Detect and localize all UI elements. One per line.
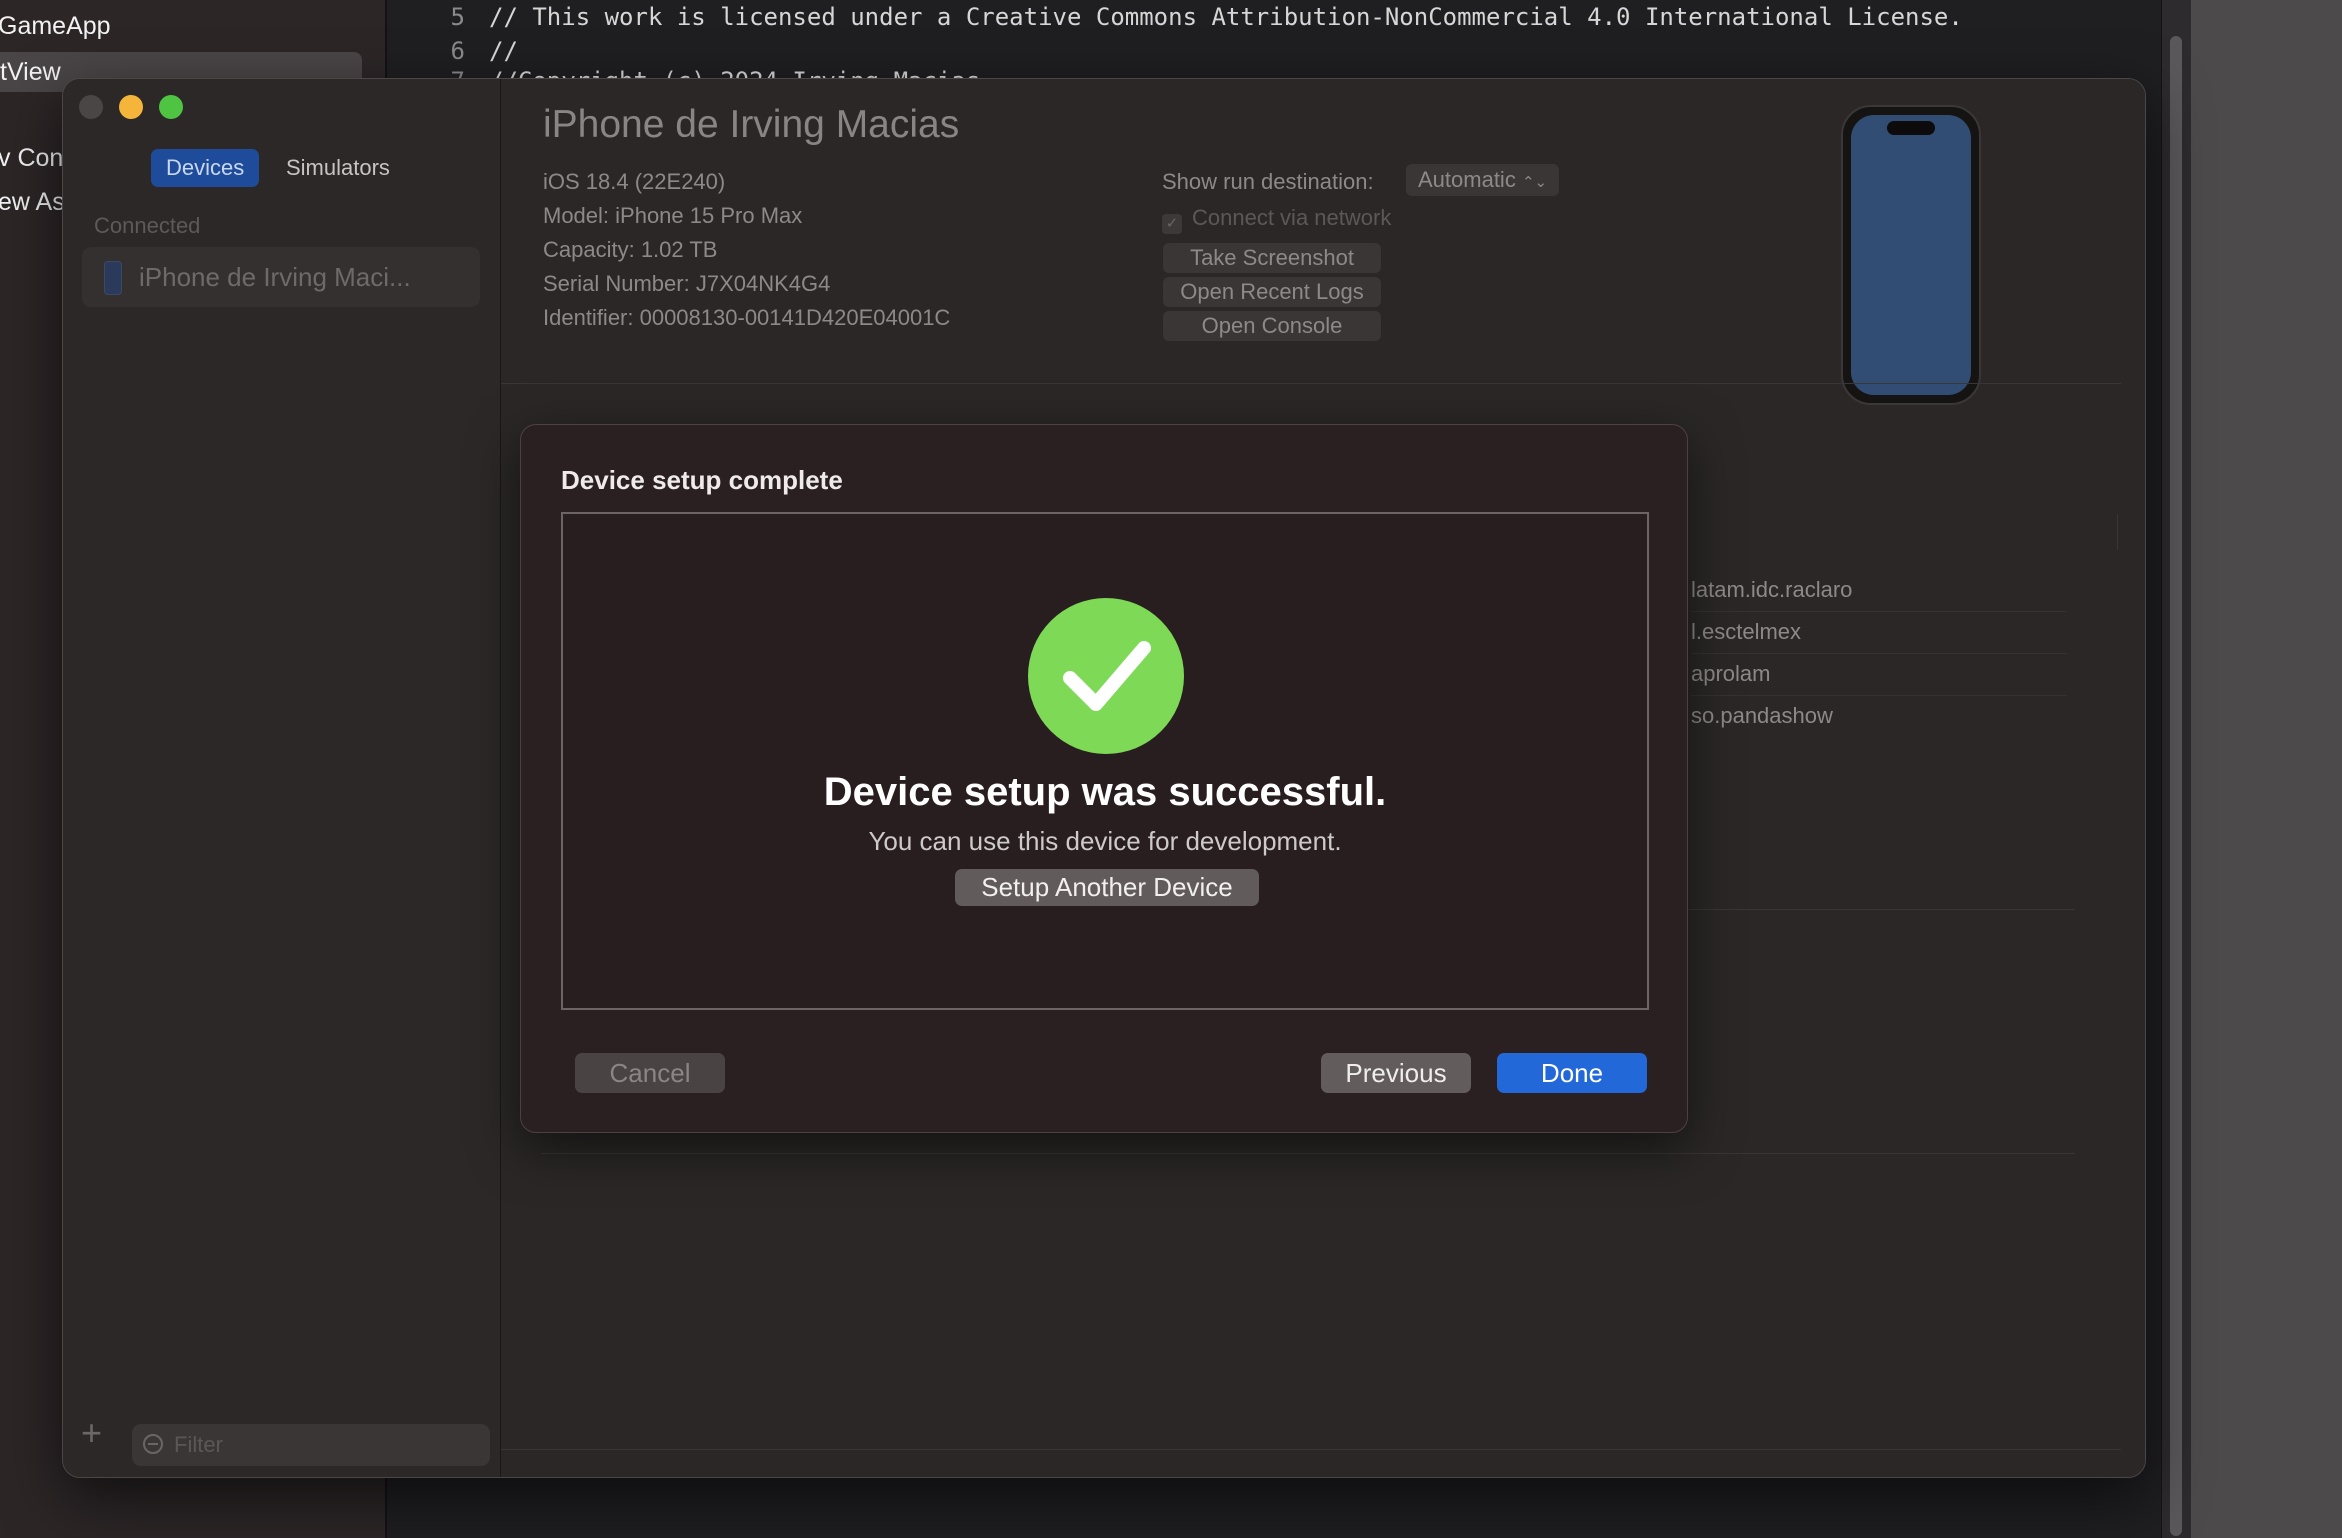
window-close-button[interactable]	[79, 95, 103, 119]
filter-field[interactable]: Filter	[132, 1424, 490, 1466]
device-title: iPhone de Irving Macias	[543, 103, 960, 146]
installed-app-row[interactable]: latam.idc.raclaro	[1691, 577, 1852, 603]
done-button[interactable]: Done	[1497, 1053, 1647, 1093]
filter-icon	[143, 1434, 163, 1454]
code-text: // This work is licensed under a Creativ…	[489, 3, 1963, 31]
run-destination-select[interactable]: Automatic ⌃⌄	[1406, 164, 1560, 196]
row-divider	[1691, 653, 2067, 654]
device-capacity: Capacity: 1.02 TB	[543, 237, 718, 262]
line-number: 6	[450, 37, 465, 65]
code-line: 5 // This work is licensed under a Creati…	[387, 0, 1963, 34]
line-number: 5	[450, 3, 465, 31]
device-model: Model: iPhone 15 Pro Max	[543, 203, 803, 228]
scrollbar-thumb[interactable]	[2170, 36, 2182, 1536]
row-divider	[1691, 695, 2067, 696]
navigator-item-gameapp[interactable]: GameApp	[0, 12, 111, 41]
select-arrows-icon: ⌃⌄	[1521, 174, 1548, 191]
run-destination-value: Automatic	[1418, 167, 1516, 192]
navigator-item-label: tView	[0, 58, 61, 86]
device-identifier: Identifier: 00008130-00141D420E04001C	[543, 305, 951, 330]
row-divider	[1691, 611, 2067, 612]
iphone-device-image	[1841, 105, 1981, 405]
previous-button[interactable]: Previous	[1321, 1053, 1471, 1093]
navigator-item-content[interactable]: v Con	[0, 144, 63, 173]
section-divider	[501, 1449, 2121, 1450]
sidebar-device-item[interactable]: iPhone de Irving Maci...	[82, 247, 480, 307]
open-console-button[interactable]: Open Console	[1163, 311, 1381, 341]
devices-sidebar: Devices Simulators Connected iPhone de I…	[63, 79, 502, 1477]
code-text: //	[489, 37, 518, 65]
success-subtext: You can use this device for development.	[868, 826, 1342, 856]
installed-app-row[interactable]: aprolam	[1691, 661, 1770, 687]
device-serial: Serial Number: J7X04NK4G4	[543, 271, 831, 296]
setup-result-panel: Device setup was successful. You can use…	[561, 512, 1649, 1010]
sheet-title: Device setup complete	[561, 465, 843, 495]
iphone-icon	[104, 261, 122, 295]
iphone-screen	[1851, 115, 1971, 395]
code-line: 6 //	[387, 34, 518, 68]
editor-scrollbar[interactable]	[2161, 0, 2192, 1538]
window-zoom-button[interactable]	[159, 95, 183, 119]
checkbox-check-icon: ✓	[1162, 214, 1182, 234]
section-divider	[541, 1153, 2075, 1154]
run-destination-label: Show run destination:	[1162, 169, 1374, 194]
cancel-button[interactable]: Cancel	[575, 1053, 725, 1093]
connected-group-label: Connected	[94, 213, 201, 238]
inspector-pane	[2191, 0, 2342, 1538]
filter-placeholder: Filter	[174, 1432, 223, 1457]
add-device-button[interactable]: +	[81, 1415, 102, 1451]
device-setup-sheet: Device setup complete Device setup was s…	[520, 424, 1688, 1133]
connect-via-network-checkbox[interactable]: ✓ Connect via network	[1162, 205, 1391, 234]
navigator-item-assets[interactable]: ew As	[0, 188, 65, 217]
window-minimize-button[interactable]	[119, 95, 143, 119]
dynamic-island	[1887, 121, 1935, 135]
installed-app-row[interactable]: l.esctelmex	[1691, 619, 1801, 645]
success-headline: Device setup was successful.	[823, 770, 1387, 814]
installed-app-row[interactable]: so.pandashow	[1691, 703, 1833, 729]
take-screenshot-button[interactable]: Take Screenshot	[1163, 243, 1381, 273]
device-ios-version: iOS 18.4 (22E240)	[543, 169, 726, 194]
setup-another-device-button[interactable]: Setup Another Device	[955, 869, 1259, 906]
section-divider	[501, 383, 2121, 384]
table-column-divider[interactable]	[2117, 515, 2118, 549]
connect-via-network-label: Connect via network	[1192, 205, 1392, 230]
tab-devices[interactable]: Devices	[151, 149, 260, 187]
open-recent-logs-button[interactable]: Open Recent Logs	[1163, 277, 1381, 307]
success-checkmark-icon	[1028, 598, 1184, 754]
tab-simulators[interactable]: Simulators	[271, 149, 405, 187]
sidebar-device-label: iPhone de Irving Maci...	[139, 262, 411, 292]
